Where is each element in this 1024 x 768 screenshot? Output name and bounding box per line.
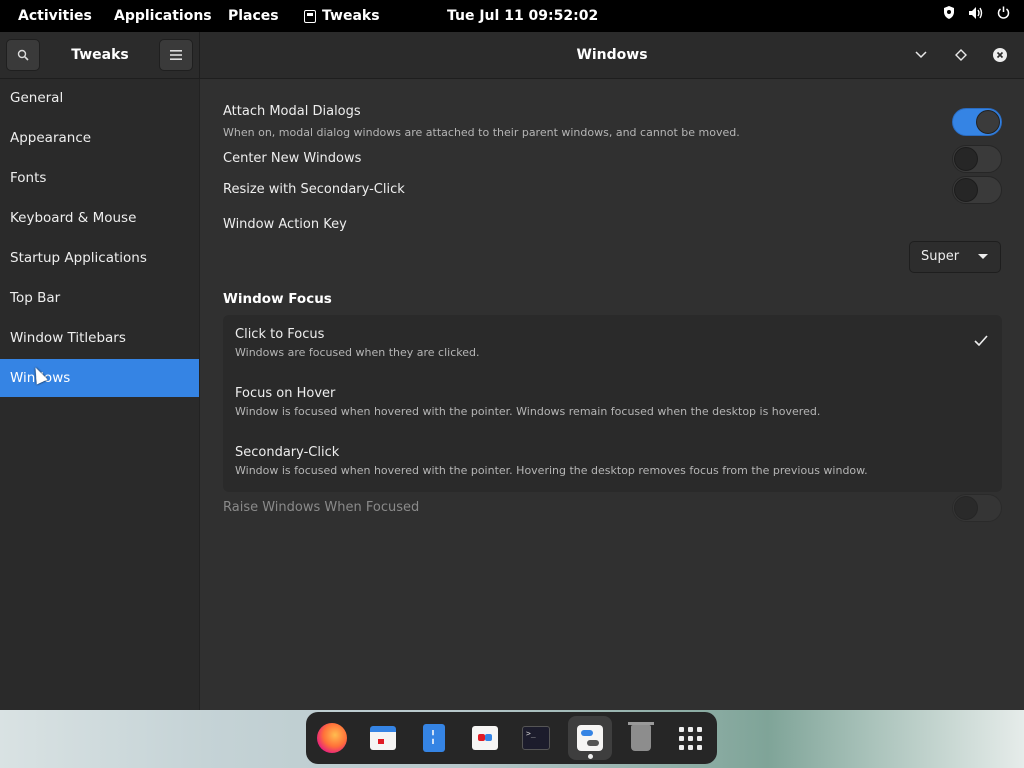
running-indicator <box>588 754 593 759</box>
calendar-icon <box>370 726 396 750</box>
terminal-icon: >_ <box>522 726 550 750</box>
diamond-icon <box>955 49 967 61</box>
sidebar-title: Tweaks <box>71 47 129 63</box>
hamburger-icon <box>170 50 182 60</box>
header-bar: Tweaks Windows <box>0 32 1024 79</box>
sidebar-item-top-bar[interactable]: Top Bar <box>0 279 199 317</box>
settings-panel: Attach Modal Dialogs When on, modal dial… <box>200 79 1024 710</box>
switch-knob <box>954 496 978 520</box>
dock-firefox[interactable] <box>315 721 349 755</box>
maximize-button[interactable] <box>951 45 971 65</box>
trash-icon <box>628 722 654 751</box>
switch-knob <box>976 110 1000 134</box>
sidebar-item-appearance[interactable]: Appearance <box>0 119 199 157</box>
close-icon <box>993 48 1007 62</box>
window-action-key-dropdown[interactable]: Super <box>909 241 1001 273</box>
clock[interactable]: Tue Jul 11 09:52:02 <box>447 0 598 32</box>
show-apps-icon <box>678 726 702 750</box>
activities-button[interactable]: Activities <box>18 0 92 32</box>
dock-show-apps[interactable] <box>673 721 707 755</box>
sidebar-item-keyboard-mouse[interactable]: Keyboard & Mouse <box>0 199 199 237</box>
raise-when-focused-switch[interactable] <box>952 494 1002 522</box>
resize-secondary-click-label: Resize with Secondary-Click <box>223 182 405 197</box>
sidebar-header: Tweaks <box>0 32 200 78</box>
window-action-key-label: Window Action Key <box>223 217 347 232</box>
main-menu-button[interactable] <box>159 39 193 71</box>
switch-knob <box>954 147 978 171</box>
dock-calendar[interactable] <box>366 721 400 755</box>
app-menu-label: Tweaks <box>322 8 380 24</box>
sidebar: General Appearance Fonts Keyboard & Mous… <box>0 79 200 710</box>
tweaks-app-icon <box>304 9 316 23</box>
focus-option-description: Window is focused when hovered with the … <box>235 464 868 477</box>
app-menu[interactable]: Tweaks <box>304 0 380 32</box>
firefox-icon <box>317 723 347 753</box>
focus-option-secondary-click[interactable]: Secondary-Click Window is focused when h… <box>223 433 1002 492</box>
dock-trash[interactable] <box>624 721 658 755</box>
chevron-down-icon <box>915 51 927 59</box>
sidebar-item-window-titlebars[interactable]: Window Titlebars <box>0 319 199 357</box>
volume-icon <box>969 0 983 32</box>
center-new-windows-switch[interactable] <box>952 145 1002 173</box>
sidebar-item-general[interactable]: General <box>0 79 199 117</box>
raise-when-focused-label: Raise Windows When Focused <box>223 500 420 515</box>
focus-option-description: Window is focused when hovered with the … <box>235 405 821 418</box>
shield-icon <box>943 0 955 32</box>
places-menu[interactable]: Places <box>228 0 279 32</box>
checkmark-icon <box>974 334 988 350</box>
sidebar-item-fonts[interactable]: Fonts <box>0 159 199 197</box>
tweaks-icon <box>577 725 603 751</box>
sidebar-item-startup-applications[interactable]: Startup Applications <box>0 239 199 277</box>
top-bar: Activities Applications Places Tweaks Tu… <box>0 0 1024 32</box>
dock-files[interactable] <box>417 721 451 755</box>
search-button[interactable] <box>6 39 40 71</box>
system-status-area[interactable] <box>943 0 1010 32</box>
window-focus-heading: Window Focus <box>223 291 332 307</box>
dock-software[interactable] <box>468 721 502 755</box>
attach-modal-switch[interactable] <box>952 108 1002 136</box>
window-focus-list: Click to Focus Windows are focused when … <box>223 315 1002 492</box>
close-button[interactable] <box>990 45 1010 65</box>
switch-knob <box>954 178 978 202</box>
applications-menu[interactable]: Applications <box>114 0 212 32</box>
files-icon <box>423 724 445 752</box>
focus-option-title: Focus on Hover <box>235 386 336 401</box>
resize-secondary-click-switch[interactable] <box>952 176 1002 204</box>
sidebar-item-windows[interactable]: Windows <box>0 359 199 397</box>
attach-modal-description: When on, modal dialog windows are attach… <box>223 126 740 139</box>
focus-option-hover[interactable]: Focus on Hover Window is focused when ho… <box>223 374 1002 433</box>
focus-option-title: Secondary-Click <box>235 445 340 460</box>
dock-terminal[interactable]: >_ <box>519 721 553 755</box>
center-new-windows-label: Center New Windows <box>223 151 362 166</box>
attach-modal-label: Attach Modal Dialogs <box>223 104 361 119</box>
power-icon <box>997 0 1010 32</box>
page-title: Windows <box>576 47 648 63</box>
dock: >_ <box>306 712 717 764</box>
software-icon <box>472 726 498 750</box>
tweaks-window: Tweaks Windows General Appearance Fonts … <box>0 32 1024 710</box>
focus-option-click[interactable]: Click to Focus Windows are focused when … <box>223 315 1002 374</box>
focus-option-title: Click to Focus <box>235 327 325 342</box>
focus-option-description: Windows are focused when they are clicke… <box>235 346 480 359</box>
search-icon <box>17 49 29 61</box>
minimize-button[interactable] <box>911 45 931 65</box>
dropdown-arrow-icon <box>978 254 988 259</box>
dropdown-value: Super <box>921 249 960 264</box>
